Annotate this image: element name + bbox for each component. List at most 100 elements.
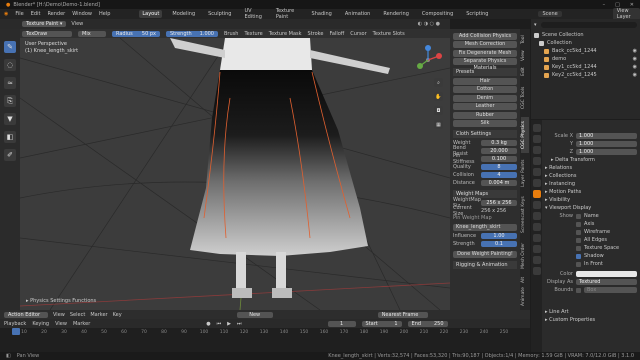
maximize-icon[interactable]: □	[615, 2, 620, 8]
preset-silk-button[interactable]: Silk	[453, 120, 517, 127]
menu-render[interactable]: Render	[47, 11, 65, 17]
soften-tool-icon[interactable]: ◌	[4, 59, 16, 71]
section-custom-properties[interactable]: ▸ Custom Properties	[545, 316, 637, 324]
cloth-settings-header[interactable]: Cloth Settings	[453, 130, 517, 138]
pan-hand-icon[interactable]: ✋	[434, 92, 443, 101]
tab-mesh-order[interactable]: Mesh Order	[521, 241, 529, 271]
color-swatch[interactable]	[576, 271, 637, 277]
material-props-icon[interactable]	[532, 256, 541, 264]
quality-field[interactable]: 8	[481, 164, 517, 170]
visibility-eye-icon[interactable]: ◉	[633, 55, 637, 63]
start-frame-field[interactable]: Start 1	[361, 320, 402, 327]
scale-x-field[interactable]: 1.000	[576, 133, 637, 139]
tab-alt[interactable]: Alt	[521, 275, 529, 285]
cursor-menu[interactable]: Cursor	[350, 31, 366, 37]
physics-settings-functions-label[interactable]: ▸ Physics Settings Functions	[26, 298, 96, 304]
separate-physics-materials-button[interactable]: Separate Physics Materials	[453, 58, 517, 71]
menu-help[interactable]: Help	[99, 11, 110, 17]
clone-tool-icon[interactable]: ⎘	[4, 95, 16, 107]
preset-rubber-button[interactable]: Rubber	[453, 111, 517, 119]
annotate-tool-icon[interactable]: ✐	[4, 149, 16, 161]
menu-window[interactable]: Window	[72, 11, 92, 17]
3d-viewport[interactable]	[20, 38, 450, 310]
strength-field[interactable]: Strength 1.000	[166, 30, 218, 37]
outliner-filter-icon[interactable]: ▾	[534, 22, 537, 28]
show-wireframe-checkbox[interactable]	[576, 229, 581, 235]
view-layer-props-icon[interactable]	[532, 157, 541, 165]
bounds-select[interactable]: Box	[584, 287, 637, 293]
section-instancing[interactable]: ▸ Instancing	[545, 180, 637, 188]
outliner-search[interactable]	[540, 22, 637, 28]
brush-selector[interactable]: TexDraw	[22, 30, 72, 37]
show-name-checkbox[interactable]	[576, 213, 581, 219]
workspace-tab-rendering[interactable]: Rendering	[380, 10, 412, 18]
properties-search[interactable]	[545, 122, 637, 132]
pin-stiffness-field[interactable]: 0.100	[481, 156, 517, 162]
rigging-animation-header[interactable]: Rigging & Animation	[453, 261, 517, 269]
draw-tool-icon[interactable]: ✎	[4, 41, 16, 53]
editor-type-selector[interactable]: Action Editor	[4, 311, 48, 318]
jump-start-icon[interactable]: ⏮	[217, 321, 222, 327]
workspace-tab-scripting[interactable]: Scripting	[463, 10, 491, 18]
mesh-correction-button[interactable]: Mesh Correction	[453, 41, 517, 48]
close-icon[interactable]: ✕	[630, 2, 634, 8]
tab-view[interactable]: View	[521, 49, 529, 63]
jump-end-icon[interactable]: ⏭	[237, 321, 242, 327]
workspace-tab-shading[interactable]: Shading	[309, 10, 335, 18]
outliner-item[interactable]: demo ◉	[534, 55, 637, 63]
view-menu-timeline[interactable]: View	[53, 312, 65, 318]
particle-props-icon[interactable]	[532, 212, 541, 220]
workspace-tab-animation[interactable]: Animation	[342, 10, 374, 18]
select-menu-timeline[interactable]: Select	[70, 312, 85, 318]
workspace-tab-compositing[interactable]: Compositing	[419, 10, 456, 18]
tab-tool[interactable]: Tool	[521, 33, 529, 47]
bounds-checkbox[interactable]	[576, 287, 581, 293]
section-motion-paths[interactable]: ▸ Motion Paths	[545, 188, 637, 196]
fill-tool-icon[interactable]: ▼	[4, 113, 16, 125]
section-viewport-display[interactable]: ▾ Viewport Display	[545, 204, 637, 212]
stroke-menu[interactable]: Stroke	[308, 31, 324, 37]
current-frame-field[interactable]: 1	[327, 320, 356, 327]
grid-icon[interactable]: ▦	[434, 120, 443, 129]
scale-y-field[interactable]: 1.000	[576, 141, 637, 147]
preset-leather-button[interactable]: Leather	[453, 103, 517, 110]
tab-cgc-tools[interactable]: CGC Tools	[521, 83, 529, 113]
menu-edit[interactable]: Edit	[31, 11, 41, 17]
end-frame-field[interactable]: End 250	[407, 320, 448, 327]
preset-hair-button[interactable]: Hair	[453, 77, 517, 85]
world-props-icon[interactable]	[532, 179, 541, 187]
physics-props-icon[interactable]	[532, 223, 541, 231]
texture-props-icon[interactable]	[532, 267, 541, 275]
smear-tool-icon[interactable]: ≈	[4, 77, 16, 89]
influence-field[interactable]: 1.00	[481, 233, 517, 239]
new-action-button[interactable]: New	[236, 311, 273, 318]
weight-field[interactable]: 0.3 kg	[481, 140, 517, 146]
marker-menu-timeline[interactable]: Marker	[90, 312, 107, 318]
view-menu-playback[interactable]: View	[55, 321, 67, 327]
weightmap-size-field[interactable]: 256 x 256	[481, 200, 517, 206]
workspace-tab-layout[interactable]: Layout	[139, 10, 163, 18]
constraint-props-icon[interactable]	[532, 234, 541, 242]
strength-field-panel[interactable]: 0.1	[481, 241, 517, 247]
render-props-icon[interactable]	[532, 135, 541, 143]
timeline-ruler[interactable]: 10 20 30 40 50 60 70 80 90 100 110 120 130 140 150 160 1…	[0, 328, 530, 352]
data-props-icon[interactable]	[532, 245, 541, 253]
show-in-front-checkbox[interactable]	[576, 261, 581, 267]
section-relations[interactable]: ▸ Relations	[545, 164, 637, 172]
texture-slots-menu[interactable]: Texture Slots	[373, 31, 405, 37]
workspace-tab-sculpting[interactable]: Sculpting	[205, 10, 234, 18]
brush-menu[interactable]: Brush	[224, 31, 238, 37]
preset-denim-button[interactable]: Denim	[453, 94, 517, 102]
tab-animate[interactable]: Animate	[521, 287, 529, 307]
display-as-select[interactable]: Textured	[576, 279, 637, 285]
output-props-icon[interactable]	[532, 146, 541, 154]
scale-z-field[interactable]: 1.000	[576, 149, 637, 155]
tool-props-icon[interactable]	[532, 124, 541, 132]
outliner-item[interactable]: Scene Collection	[534, 31, 637, 39]
outliner-item[interactable]: Key2_cc5kd_1245 ◉	[534, 71, 637, 79]
outliner-item[interactable]: Back_cc5kd_1244 ◉	[534, 47, 637, 55]
scene-selector[interactable]: Scene	[538, 11, 562, 17]
section-visibility[interactable]: ▸ Visibility	[545, 196, 637, 204]
object-props-icon[interactable]	[532, 190, 541, 198]
blender-menu-icon[interactable]: ◉	[4, 11, 8, 17]
